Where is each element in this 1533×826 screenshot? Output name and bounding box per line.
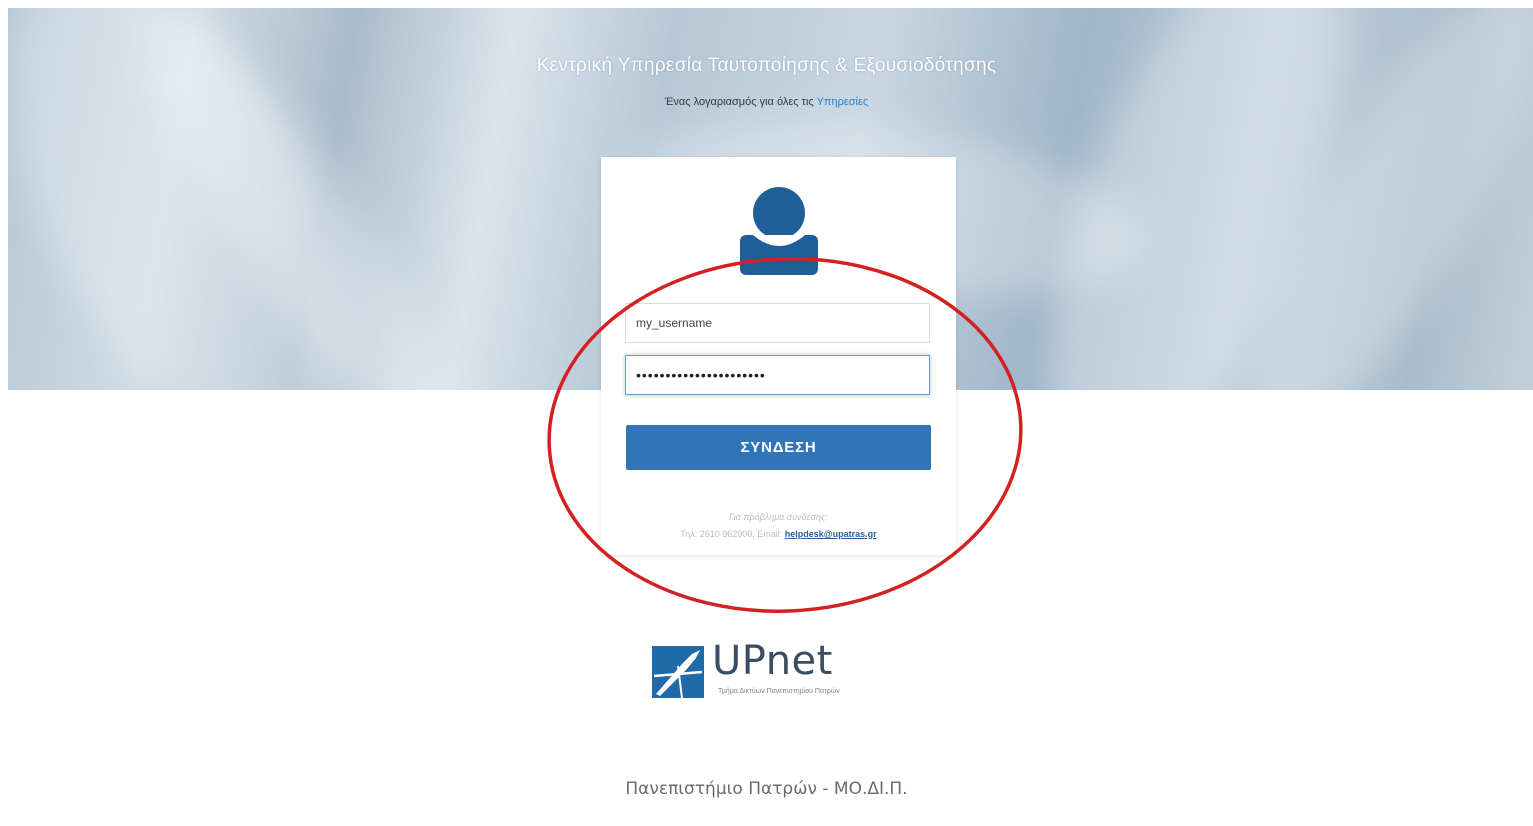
login-card: ΣΥΝΔΕΣΗ Για πρόβλημα σύνδεσης: Τηλ: 2610… <box>601 157 956 555</box>
logo-name: UPnet <box>712 638 833 684</box>
footer-text: Πανεπιστήμιο Πατρών - ΜΟ.ΔΙ.Π. <box>625 779 908 799</box>
services-link[interactable]: Υπηρεσίες <box>817 96 869 108</box>
logo-tagline: Τμήμα Δικτύων Πανεπιστημίου Πατρών <box>718 688 840 695</box>
password-field[interactable] <box>625 355 930 395</box>
upnet-logo-icon <box>652 646 704 698</box>
page-subtitle: Ένας λογαριασμός για όλες τις Υπηρεσίες <box>0 96 1533 108</box>
login-button[interactable]: ΣΥΝΔΕΣΗ <box>626 425 931 470</box>
help-contact: Τηλ: 2610 962900, Email: helpdesk@upatra… <box>601 529 956 539</box>
help-contact-text: Τηλ: 2610 962900, Email: <box>680 529 785 539</box>
login-page: Κεντρική Υπηρεσία Ταυτοποίησης & Εξουσιο… <box>0 0 1533 826</box>
help-title: Για πρόβλημα σύνδεσης: <box>729 512 828 522</box>
helpdesk-email-link[interactable]: helpdesk@upatras.gr <box>785 529 877 539</box>
subtitle-text: Ένας λογαριασμός για όλες τις <box>664 96 817 108</box>
page-title: Κεντρική Υπηρεσία Ταυτοποίησης & Εξουσιο… <box>536 55 997 76</box>
user-icon <box>740 187 818 275</box>
username-field[interactable] <box>625 303 930 343</box>
upnet-logo: UPnet Τμήμα Δικτύων Πανεπιστημίου Πατρών <box>650 638 920 704</box>
